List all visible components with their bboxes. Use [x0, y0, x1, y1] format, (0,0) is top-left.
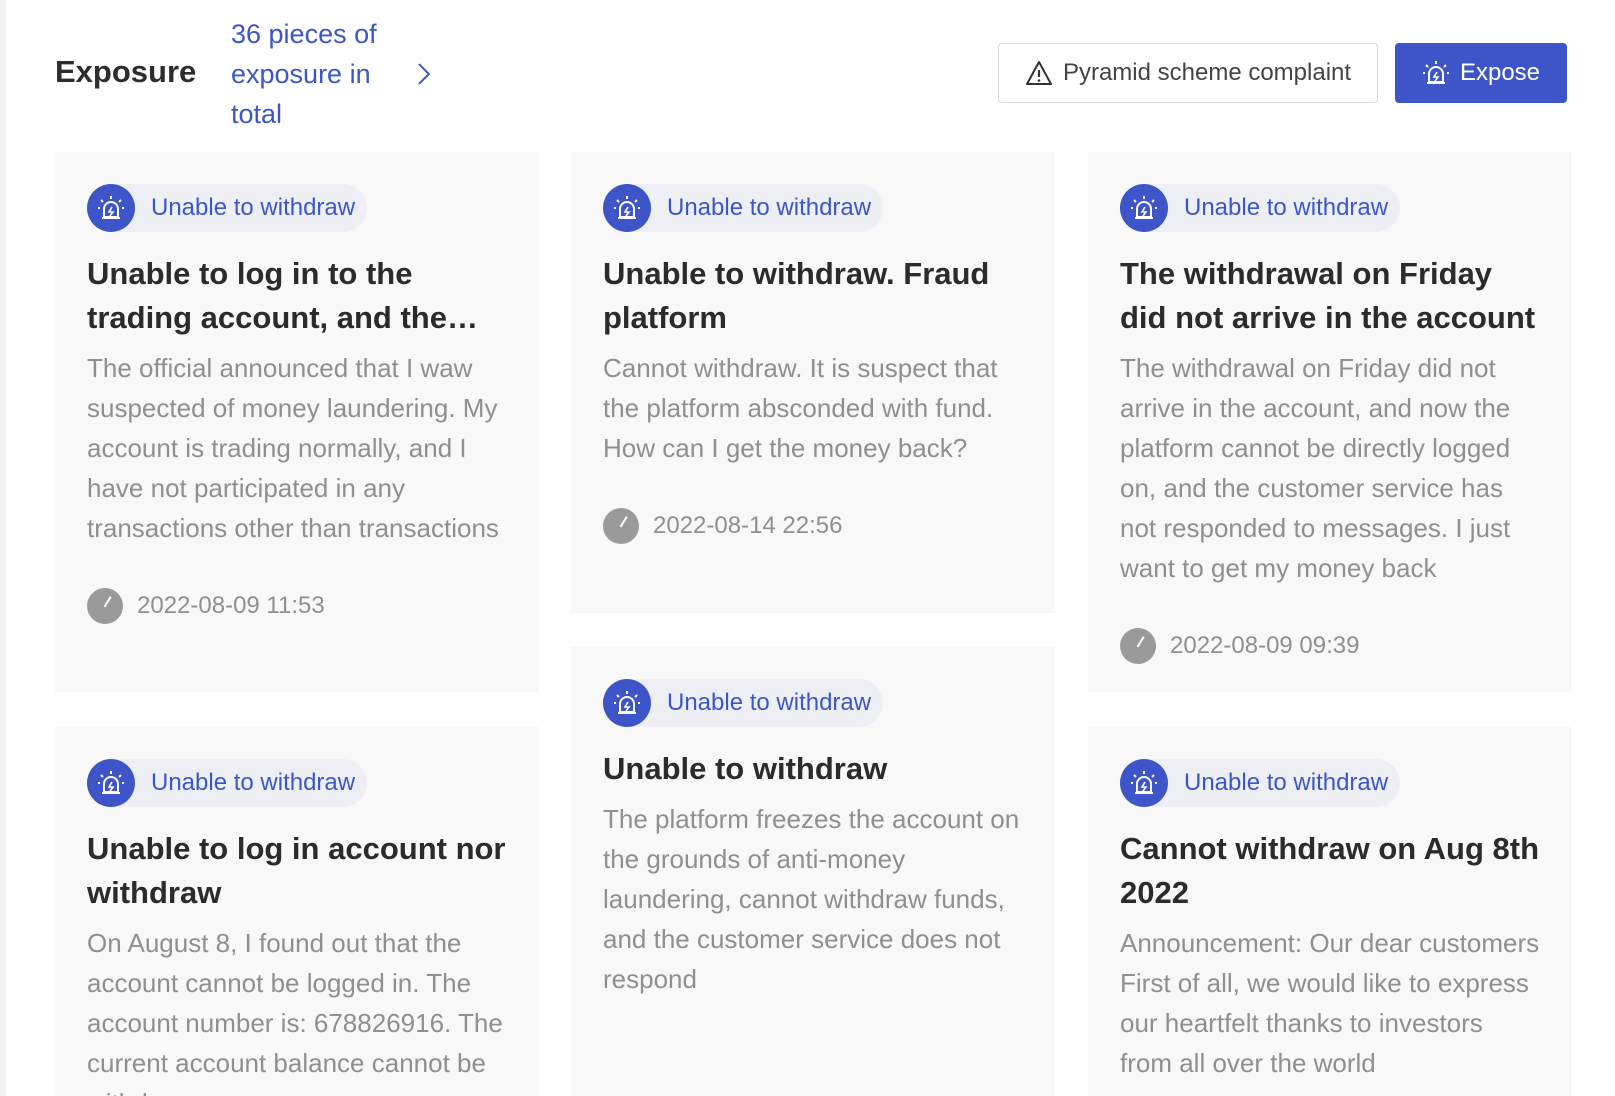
card-title: Unable to withdraw	[603, 751, 888, 786]
card-description: On August 8, I found out that the accoun…	[87, 928, 503, 1096]
category-tag: Unable to withdraw	[603, 184, 884, 232]
pyramid-scheme-complaint-button[interactable]: Pyramid scheme complaint	[998, 43, 1378, 103]
card-description: The platform freezes the account on the …	[603, 804, 1020, 994]
card-timestamp: 2022-08-14 22:56	[603, 508, 1023, 544]
category-tag-label: Unable to withdraw	[1184, 194, 1389, 221]
exposure-card[interactable]: Unable to withdraw Unable to log in to t…	[55, 152, 539, 692]
warning-triangle-icon	[1025, 61, 1052, 85]
category-tag: Unable to withdraw	[87, 184, 368, 232]
card-title: Unable to log in account nor withdraw	[87, 831, 506, 910]
expose-label: Expose	[1459, 59, 1541, 86]
category-tag-label: Unable to withdraw	[151, 194, 356, 221]
alarm-siren-icon	[1422, 61, 1449, 84]
category-tag: Unable to withdraw	[1120, 184, 1401, 232]
exposure-card[interactable]: Unable to withdraw Cannot withdraw on Au…	[1088, 727, 1572, 1096]
card-timestamp: 2022-08-09 11:53	[87, 588, 507, 624]
alarm-siren-icon	[87, 184, 135, 232]
card-description: Announcement: Our dear customers First o…	[1120, 928, 1540, 1078]
page-title: Exposure	[55, 54, 197, 89]
card-timestamp: 2022-08-09 09:39	[1120, 628, 1540, 664]
exposure-card[interactable]: Unable to withdraw Unable to log in acco…	[55, 727, 539, 1096]
exposure-header: Exposure 36 pieces of exposure in total …	[55, 14, 1567, 130]
alarm-siren-icon	[603, 184, 651, 232]
category-tag: Unable to withdraw	[603, 679, 884, 727]
complaint-label: Pyramid scheme complaint	[1062, 59, 1352, 86]
card-title: Unable to withdraw. Fraud platform	[603, 256, 990, 335]
exposure-card[interactable]: Unable to withdraw Unable to withdraw Th…	[571, 647, 1055, 1096]
card-title: Cannot withdraw on Aug 8th 2022	[1120, 831, 1540, 910]
alarm-siren-icon	[87, 759, 135, 807]
category-tag: Unable to withdraw	[87, 759, 368, 807]
clock-icon	[603, 508, 639, 544]
category-tag-label: Unable to withdraw	[151, 769, 356, 796]
category-tag-label: Unable to withdraw	[667, 689, 872, 716]
card-description: Cannot withdraw. It is suspect that the …	[603, 353, 998, 463]
category-tag: Unable to withdraw	[1120, 759, 1401, 807]
clock-icon	[87, 588, 123, 624]
exposure-count-link[interactable]: 36 pieces of exposure in total	[231, 14, 431, 134]
card-description: The official announced that I waw suspec…	[87, 353, 499, 543]
category-tag-label: Unable to withdraw	[667, 194, 872, 221]
category-tag-label: Unable to withdraw	[1184, 769, 1389, 796]
alarm-siren-icon	[603, 679, 651, 727]
card-time-text: 2022-08-14 22:56	[653, 512, 843, 539]
alarm-siren-icon	[1120, 759, 1168, 807]
exposure-card[interactable]: Unable to withdraw The withdrawal on Fri…	[1088, 152, 1572, 692]
card-description: The withdrawal on Friday did not arrive …	[1120, 353, 1511, 583]
card-title: The withdrawal on Friday did not arrive …	[1120, 256, 1536, 335]
clock-icon	[1120, 628, 1156, 664]
exposure-count: 36 pieces of exposure in total	[231, 19, 377, 129]
expose-button[interactable]: Expose	[1395, 43, 1567, 103]
card-time-text: 2022-08-09 11:53	[137, 592, 325, 619]
exposure-card[interactable]: Unable to withdraw Unable to withdraw. F…	[571, 152, 1055, 613]
card-title: Unable to log in to the trading account,…	[87, 256, 447, 335]
alarm-siren-icon	[1120, 184, 1168, 232]
chevron-right-icon	[418, 63, 431, 85]
left-border	[0, 0, 6, 1096]
card-time-text: 2022-08-09 09:39	[1170, 632, 1360, 659]
